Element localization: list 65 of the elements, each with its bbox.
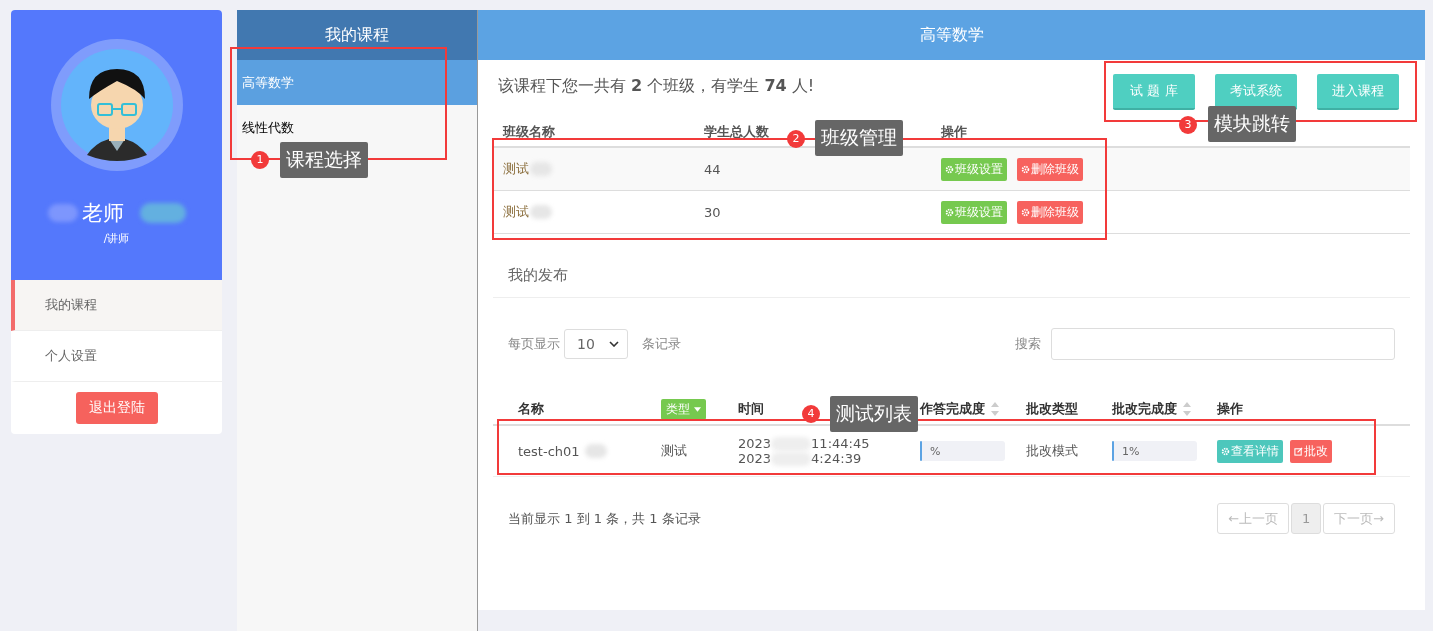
module-button[interactable]: 试 题 库	[1113, 74, 1195, 110]
table-cell: test-ch01	[518, 443, 580, 459]
search-field[interactable]	[1051, 328, 1395, 360]
table-cell: 2023	[738, 451, 772, 466]
callout-label: 课程选择	[280, 142, 368, 178]
gear-icon	[945, 164, 954, 174]
row-action-button[interactable]: 批改	[1290, 439, 1332, 463]
nav-item[interactable]: 我的课程	[11, 280, 222, 331]
main-header: 高等数学	[478, 10, 1425, 60]
search-label: 搜索	[1015, 335, 1041, 353]
gear-icon	[945, 207, 954, 217]
teacher-role: /讲师	[103, 231, 130, 246]
column-header: 班级名称	[503, 123, 555, 141]
table-cell: 30	[704, 204, 721, 220]
column-header: 学生总人数	[704, 123, 769, 141]
progress-text: 1%	[1122, 444, 1140, 458]
progress-text: %	[930, 444, 941, 458]
callout-label: 班级管理	[815, 120, 903, 156]
edit-icon	[1294, 446, 1303, 456]
row-action-button[interactable]: 班级设置	[941, 200, 1007, 224]
module-button[interactable]: 进入课程	[1317, 74, 1399, 110]
column-header: 操作	[1217, 400, 1243, 418]
table-cell: 2023	[738, 436, 772, 451]
page-size-select[interactable]: 10	[564, 329, 628, 359]
table-cell: 4:24:39	[811, 451, 862, 466]
sortable-column-header[interactable]: 批改完成度	[1112, 400, 1191, 418]
caret-icon	[694, 406, 701, 412]
pagination-button[interactable]: 1	[1291, 503, 1322, 534]
summary-text: 该课程下您一共有 2 个班级，有学生 74 人!	[498, 76, 815, 97]
course-item[interactable]: 高等数学	[237, 60, 477, 105]
table-cell: 测试	[661, 442, 687, 460]
sort-icon	[1183, 402, 1191, 416]
callout-label: 测试列表	[830, 396, 918, 432]
column-header: 时间	[738, 400, 764, 418]
table-cell: 测试	[503, 203, 529, 221]
callout-label: 模块跳转	[1208, 106, 1296, 142]
type-filter-button[interactable]: 类型	[661, 398, 706, 420]
sort-icon	[991, 402, 999, 416]
gear-icon	[1021, 207, 1030, 217]
sortable-column-header[interactable]: 作答完成度	[920, 400, 999, 418]
teacher-name: 老师	[81, 200, 124, 227]
row-action-button[interactable]: 查看详情	[1217, 439, 1283, 463]
page-size-label: 每页显示	[508, 335, 560, 353]
table-cell: 11:44:45	[811, 436, 870, 451]
column-header: 名称	[518, 400, 544, 418]
table-cell: 44	[704, 161, 721, 177]
records-info: 当前显示 1 到 1 条，共 1 条记录	[508, 509, 701, 528]
redaction-mark	[47, 204, 78, 222]
gear-icon	[1021, 164, 1030, 174]
chevron-down-icon	[609, 341, 619, 347]
table-cell: 批改模式	[1026, 442, 1078, 460]
records-label: 条记录	[642, 335, 681, 353]
gear-icon	[1221, 446, 1230, 456]
column-header: 批改类型	[1026, 400, 1078, 418]
column-header: 操作	[941, 123, 967, 141]
panel-header: 我的课程	[237, 10, 477, 60]
redaction-mark	[530, 205, 552, 219]
row-action-button[interactable]: 班级设置	[941, 157, 1007, 181]
logout-button[interactable]: 退出登陆	[75, 392, 158, 424]
table-cell: 测试	[503, 160, 529, 178]
section-title: 我的发布	[493, 266, 1410, 298]
row-action-button[interactable]: 删除班级	[1017, 157, 1083, 181]
row-action-button[interactable]: 删除班级	[1017, 200, 1083, 224]
redaction-mark	[139, 203, 186, 223]
redaction-mark	[584, 444, 607, 458]
